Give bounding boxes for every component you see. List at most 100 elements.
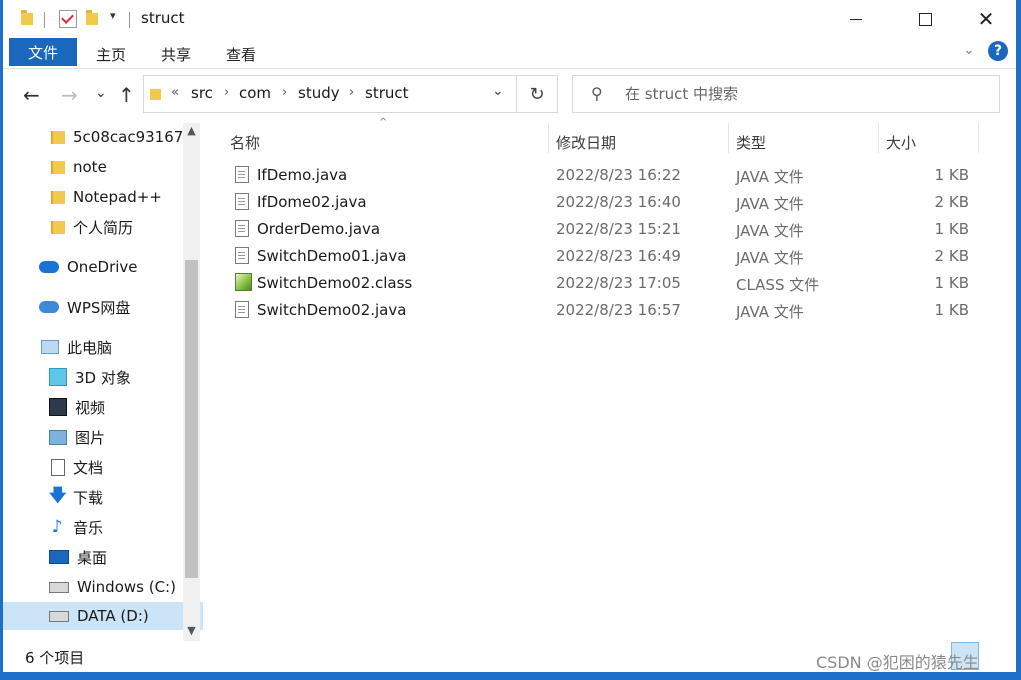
sidebar-item-data-d[interactable]: DATA (D:)	[3, 602, 203, 630]
address-dropdown-icon[interactable]: ⌄	[492, 83, 504, 99]
scroll-up-icon[interactable]: ▲	[183, 124, 200, 140]
column-divider[interactable]	[978, 123, 979, 153]
sidebar-item-resume[interactable]: 个人简历	[3, 213, 203, 241]
file-row[interactable]: IfDemo.java 2022/8/23 16:22 JAVA 文件 1 KB	[227, 162, 987, 189]
quick-access-dropdown-icon[interactable]: ▾	[110, 9, 116, 22]
file-name: SwitchDemo02.java	[257, 301, 407, 319]
back-arrow-icon[interactable]: ←	[23, 83, 40, 107]
column-header-date[interactable]: 修改日期	[556, 127, 616, 157]
class-file-icon	[235, 273, 252, 291]
sidebar-item-label: 5c08cac931676	[73, 128, 193, 146]
folder-icon	[150, 89, 161, 100]
sidebar-item-label: 3D 对象	[75, 368, 131, 387]
tab-share[interactable]: 共享	[161, 44, 191, 65]
windows-drive-icon	[49, 581, 69, 593]
large-icons-view-button[interactable]	[981, 642, 1007, 668]
documents-icon	[51, 458, 65, 476]
sidebar-item-wps[interactable]: WPS网盘	[3, 293, 203, 321]
sidebar-item-this-pc[interactable]: 此电脑	[3, 333, 203, 361]
column-divider[interactable]	[878, 123, 879, 153]
forward-arrow-icon[interactable]: →	[61, 83, 78, 107]
sidebar-item-notepadpp[interactable]: Notepad++	[3, 183, 203, 211]
sidebar-item-folder[interactable]: 5c08cac931676	[3, 123, 203, 151]
file-row[interactable]: SwitchDemo01.java 2022/8/23 16:49 JAVA 文…	[227, 243, 987, 270]
breadcrumb-struct[interactable]: struct	[365, 84, 409, 102]
file-type: JAVA 文件	[736, 303, 804, 321]
this-pc-icon	[41, 340, 59, 354]
wps-cloud-icon	[39, 301, 59, 313]
sidebar-item-label: 桌面	[77, 548, 108, 567]
file-size: 1 KB	[934, 166, 969, 184]
properties-check-icon[interactable]	[59, 10, 77, 28]
video-icon	[49, 398, 67, 416]
sidebar-item-label: 下载	[73, 488, 104, 507]
help-icon[interactable]: ?	[988, 41, 1008, 61]
sidebar-item-downloads[interactable]: 🡇 下载	[3, 483, 203, 511]
up-arrow-icon[interactable]: ↑	[118, 83, 135, 107]
sidebar-item-documents[interactable]: 文档	[3, 453, 203, 481]
folder-icon	[51, 190, 65, 204]
sidebar-item-onedrive[interactable]: OneDrive	[3, 253, 203, 281]
file-date: 2022/8/23 16:49	[556, 247, 681, 265]
tab-file[interactable]: 文件	[9, 38, 77, 66]
column-header-type[interactable]: 类型	[736, 127, 766, 157]
breadcrumb-chevron-icon[interactable]: ›	[224, 85, 229, 100]
new-folder-icon[interactable]	[86, 10, 98, 25]
title-bar: ▾ struct ✕	[3, 0, 1016, 38]
file-date: 2022/8/23 16:22	[556, 166, 681, 184]
breadcrumb-com[interactable]: com	[239, 84, 271, 102]
sidebar-item-pictures[interactable]: 图片	[3, 423, 203, 451]
breadcrumb-overflow-icon[interactable]: «	[171, 85, 179, 100]
ribbon-expand-icon[interactable]: ⌄	[963, 42, 975, 58]
sidebar-item-3d-objects[interactable]: 3D 对象	[3, 363, 203, 391]
file-row[interactable]: IfDome02.java 2022/8/23 16:40 JAVA 文件 2 …	[227, 189, 987, 216]
breadcrumb-study[interactable]: study	[298, 84, 340, 102]
file-name: SwitchDemo01.java	[257, 247, 407, 265]
sidebar-item-videos[interactable]: 视频	[3, 393, 203, 421]
ribbon-tabs: 文件 主页 共享 查看 ⌄ ?	[3, 38, 1016, 69]
file-type: JAVA 文件	[736, 222, 804, 240]
sidebar-scroll-thumb[interactable]	[185, 260, 198, 578]
sidebar-item-label: DATA (D:)	[77, 607, 149, 625]
minimize-button[interactable]	[833, 0, 879, 38]
sidebar-item-label: WPS网盘	[67, 298, 131, 317]
java-file-icon	[235, 220, 249, 237]
file-name: IfDemo.java	[257, 166, 348, 184]
scroll-down-icon[interactable]: ▼	[183, 624, 200, 640]
folder-icon	[21, 10, 33, 25]
sidebar-item-note[interactable]: note	[3, 153, 203, 181]
refresh-button[interactable]: ↻	[517, 75, 558, 113]
folder-icon	[51, 130, 65, 144]
search-input[interactable]	[623, 82, 987, 106]
folder-icon	[51, 160, 65, 174]
file-size: 1 KB	[934, 274, 969, 292]
sidebar-item-windows-c[interactable]: Windows (C:)	[3, 573, 203, 601]
close-button[interactable]: ✕	[963, 0, 1009, 38]
file-row[interactable]: OrderDemo.java 2022/8/23 15:21 JAVA 文件 1…	[227, 216, 987, 243]
watermark: CSDN @犯困的猿先生	[816, 653, 979, 672]
tab-home[interactable]: 主页	[96, 44, 126, 65]
window-border-right	[1016, 0, 1021, 680]
sidebar-item-desktop[interactable]: 桌面	[3, 543, 203, 571]
file-type: JAVA 文件	[736, 195, 804, 213]
column-divider[interactable]	[728, 123, 729, 153]
breadcrumb-chevron-icon[interactable]: ›	[282, 85, 287, 100]
column-header-name[interactable]: 名称	[230, 127, 260, 157]
column-divider[interactable]	[548, 123, 549, 153]
java-file-icon	[235, 193, 249, 210]
sidebar-item-music[interactable]: ♪ 音乐	[3, 513, 203, 541]
breadcrumb-src[interactable]: src	[191, 84, 213, 102]
desktop-icon	[49, 550, 69, 564]
tab-view[interactable]: 查看	[226, 44, 256, 65]
column-header-size[interactable]: 大小	[886, 127, 916, 157]
recent-locations-icon[interactable]: ⌄	[95, 85, 107, 101]
file-row[interactable]: SwitchDemo02.java 2022/8/23 16:57 JAVA 文…	[227, 297, 987, 324]
address-bar[interactable]: « src › com › study › struct ⌄	[143, 75, 517, 113]
sidebar-item-label: note	[73, 158, 107, 176]
sort-ascending-icon: ^	[379, 117, 388, 128]
file-row[interactable]: SwitchDemo02.class 2022/8/23 17:05 CLASS…	[227, 270, 987, 297]
breadcrumb-chevron-icon[interactable]: ›	[349, 85, 354, 100]
maximize-button[interactable]	[902, 0, 948, 38]
minimize-icon	[850, 18, 862, 20]
search-box[interactable]: ⚲	[572, 75, 1000, 113]
